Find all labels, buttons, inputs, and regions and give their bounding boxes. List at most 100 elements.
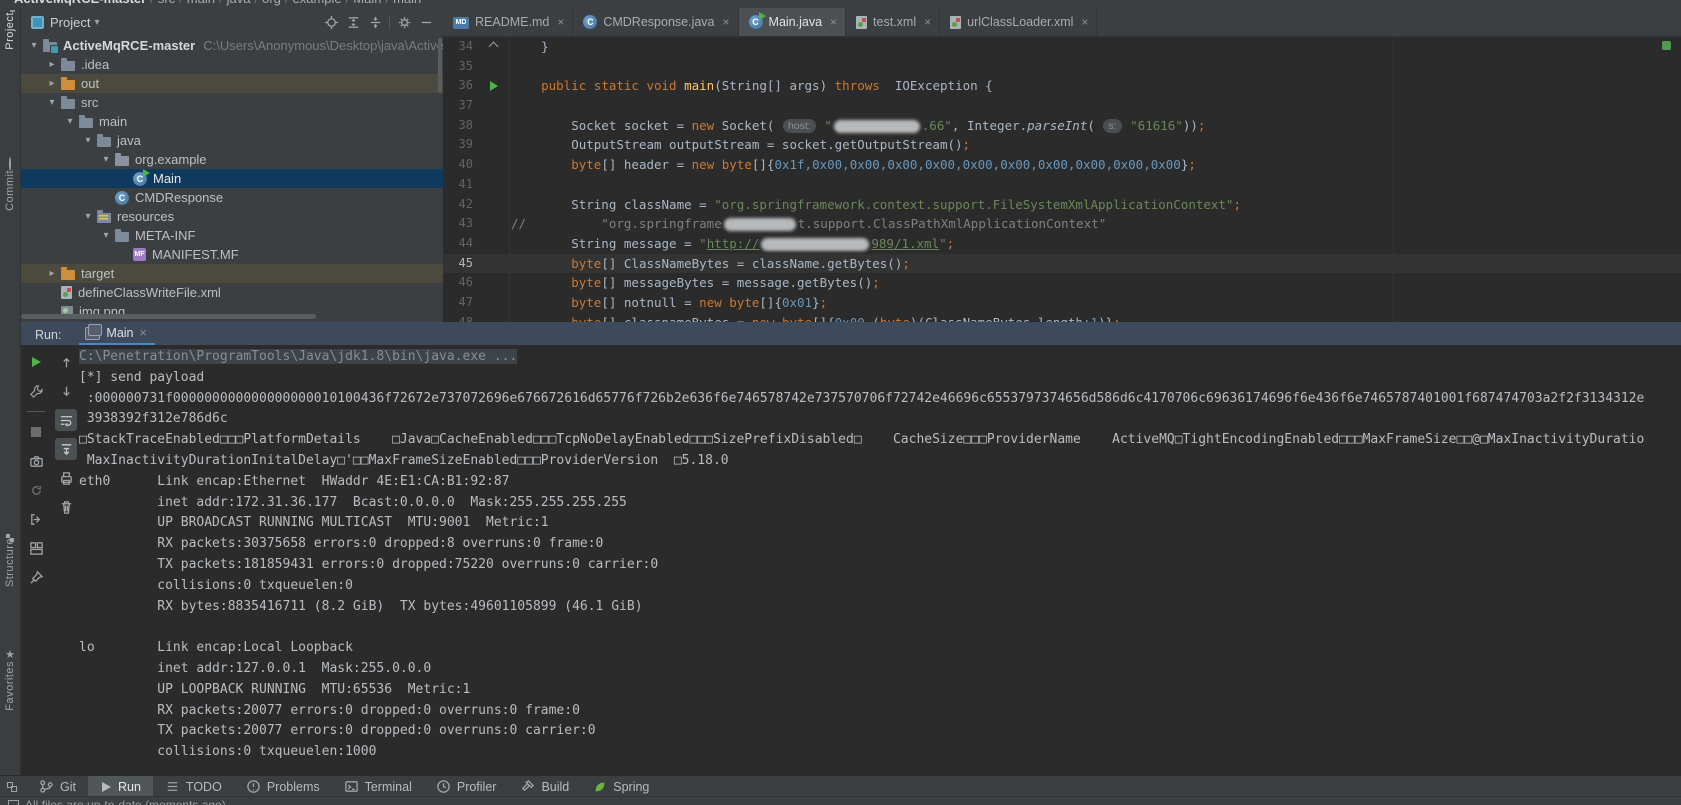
chevron-expanded-icon[interactable]: ▾ — [97, 230, 115, 241]
collapse-all-icon[interactable] — [364, 12, 386, 32]
chevron-collapsed-icon[interactable]: ▸ — [43, 59, 61, 70]
tree-row-out[interactable]: ▸out — [21, 74, 443, 93]
code-line-37[interactable]: 37 — [443, 96, 1681, 116]
stop-button[interactable] — [25, 421, 47, 443]
tree-row-java[interactable]: ▾java — [21, 131, 443, 150]
code-line-43[interactable]: 43// "org.springframet.support.ClassPath… — [443, 214, 1681, 234]
print-button[interactable] — [55, 467, 77, 489]
toolwindow-button-build[interactable]: Build — [508, 776, 581, 797]
exit-button[interactable] — [25, 508, 47, 530]
clear-trash-button[interactable] — [55, 496, 77, 518]
stripe-item-favorites[interactable]: ★Favorites — [0, 648, 20, 711]
expand-all-icon[interactable] — [342, 12, 364, 32]
stripe-item-commit[interactable]: Commit — [0, 158, 20, 211]
code-line-46[interactable]: 46 byte[] messageBytes = message.getByte… — [443, 273, 1681, 293]
rerun-button[interactable] — [25, 351, 47, 373]
breadcrumb-item-java[interactable]: java — [227, 0, 251, 6]
close-icon[interactable]: × — [140, 326, 147, 340]
chevron-expanded-icon[interactable]: ▾ — [25, 40, 43, 51]
editor-tab-cmdresponse.java[interactable]: CMDResponse.java× — [573, 8, 738, 36]
editor-tab-readme.md[interactable]: README.md× — [443, 8, 573, 36]
code-line-38[interactable]: 38 Socket socket = new Socket( host: ".6… — [443, 116, 1681, 136]
down-stack-button[interactable] — [55, 380, 77, 402]
tree-row-activemqrce-master[interactable]: ▾ActiveMqRCE-masterC:\Users\Anonymous\De… — [21, 36, 443, 55]
breadcrumb-item-src[interactable]: src — [158, 0, 175, 6]
code-text — [510, 96, 511, 116]
scroll-to-end-button[interactable] — [55, 438, 77, 460]
settings-gear-icon[interactable] — [393, 12, 415, 32]
breadcrumb[interactable]: ActiveMqRCE-master/src/main/java/org/exa… — [0, 0, 1681, 8]
toolwindow-button-todo[interactable]: TODO — [153, 776, 234, 797]
locate-icon[interactable] — [320, 12, 342, 32]
toolwindow-button-terminal[interactable]: Terminal — [332, 776, 424, 797]
chevron-down-icon[interactable]: ▾ — [94, 17, 99, 28]
close-icon[interactable]: × — [557, 15, 564, 29]
breadcrumb-item-org[interactable]: org — [262, 0, 281, 6]
chevron-expanded-icon[interactable]: ▾ — [79, 135, 97, 146]
tree-row-target[interactable]: ▸target — [21, 264, 443, 283]
tree-row-src[interactable]: ▾src — [21, 93, 443, 112]
breadcrumb-item-example[interactable]: example — [293, 0, 342, 6]
restart-button[interactable] — [25, 479, 47, 501]
stripe-item-structure[interactable]: Structure — [0, 538, 20, 587]
tool-window-switcher-icon[interactable] — [7, 782, 17, 792]
chevron-collapsed-icon[interactable]: ▸ — [43, 78, 61, 89]
chevron-expanded-icon[interactable]: ▾ — [61, 116, 79, 127]
tree-row-main[interactable]: ▾main — [21, 112, 443, 131]
tree-row-meta-inf[interactable]: ▾META-INF — [21, 226, 443, 245]
close-icon[interactable]: × — [830, 15, 837, 29]
hide-panel-icon[interactable] — [415, 12, 437, 32]
editor-tab-main.java[interactable]: Main.java× — [739, 8, 847, 36]
tree-row-manifest.mf[interactable]: MANIFEST.MF — [21, 245, 443, 264]
tree-row-cmdresponse[interactable]: CMDResponse — [21, 188, 443, 207]
pin-button[interactable] — [25, 566, 47, 588]
chevron-expanded-icon[interactable]: ▾ — [43, 97, 61, 108]
editor-tab-urlclassloader.xml[interactable]: urlClassLoader.xml× — [940, 8, 1097, 36]
toolwindow-button-run[interactable]: Run — [88, 776, 153, 797]
close-icon[interactable]: × — [1081, 15, 1088, 29]
run-console[interactable]: C:\Penetration\ProgramTools\Java\jdk1.8\… — [79, 347, 1681, 775]
editor-tab-test.xml[interactable]: test.xml× — [846, 8, 940, 36]
tree-row-.idea[interactable]: ▸.idea — [21, 55, 443, 74]
chevron-expanded-icon[interactable]: ▾ — [79, 211, 97, 222]
stripe-item-project[interactable]: Project — [0, 12, 20, 50]
code-line-48[interactable]: 48 byte[] classnameBytes = new byte[]{0x… — [443, 313, 1681, 322]
close-icon[interactable]: × — [723, 15, 730, 29]
code-line-40[interactable]: 40 byte[] header = new byte[]{0x1f,0x00,… — [443, 155, 1681, 175]
run-line-icon[interactable] — [477, 76, 510, 96]
tree-row-main[interactable]: Main — [21, 169, 443, 188]
project-horizontal-scrollbar[interactable] — [21, 314, 316, 319]
breadcrumb-item-main[interactable]: main — [187, 0, 215, 6]
code-line-41[interactable]: 41 — [443, 175, 1681, 195]
code-line-35[interactable]: 35 — [443, 57, 1681, 77]
inspections-ok-icon[interactable] — [1662, 41, 1671, 50]
breadcrumb-item-activemqrce-master[interactable]: ActiveMqRCE-master — [14, 0, 146, 6]
toolwindow-button-problems[interactable]: Problems — [234, 776, 332, 797]
toolwindow-button-profiler[interactable]: Profiler — [424, 776, 509, 797]
tree-row-org.example[interactable]: ▾org.example — [21, 150, 443, 169]
code-line-44[interactable]: 44 String message = "http://989/1.xml"; — [443, 234, 1681, 254]
soft-wrap-button[interactable] — [55, 409, 77, 431]
code-line-47[interactable]: 47 byte[] notnull = new byte[]{0x01}; — [443, 293, 1681, 313]
project-vertical-scrollbar[interactable] — [438, 38, 442, 93]
breadcrumb-item-main[interactable]: main — [393, 0, 421, 6]
toolwindow-button-spring[interactable]: Spring — [581, 776, 661, 797]
tree-row-defineclasswritefile.xml[interactable]: defineClassWriteFile.xml — [21, 283, 443, 302]
up-stack-button[interactable] — [55, 351, 77, 373]
code-line-34[interactable]: 34 } — [443, 37, 1681, 57]
close-icon[interactable]: × — [924, 15, 931, 29]
tree-row-resources[interactable]: ▾resources — [21, 207, 443, 226]
breadcrumb-item-main[interactable]: Main — [353, 0, 381, 6]
layout-button[interactable] — [25, 537, 47, 559]
settings-wrench-button[interactable] — [25, 380, 47, 402]
camera-dump-button[interactable] — [25, 450, 47, 472]
chevron-expanded-icon[interactable]: ▾ — [97, 154, 115, 165]
code-line-45[interactable]: 45 byte[] ClassNameBytes = className.get… — [443, 254, 1681, 274]
code-editor[interactable]: 34 }3536 public static void main(String[… — [443, 37, 1681, 322]
toolwindow-button-git[interactable]: Git — [27, 776, 88, 797]
run-tab-main[interactable]: Main × — [79, 326, 154, 345]
code-line-42[interactable]: 42 String className = "org.springframewo… — [443, 195, 1681, 215]
chevron-collapsed-icon[interactable]: ▸ — [43, 268, 61, 279]
code-line-39[interactable]: 39 OutputStream outputStream = socket.ge… — [443, 135, 1681, 155]
code-line-36[interactable]: 36 public static void main(String[] args… — [443, 76, 1681, 96]
